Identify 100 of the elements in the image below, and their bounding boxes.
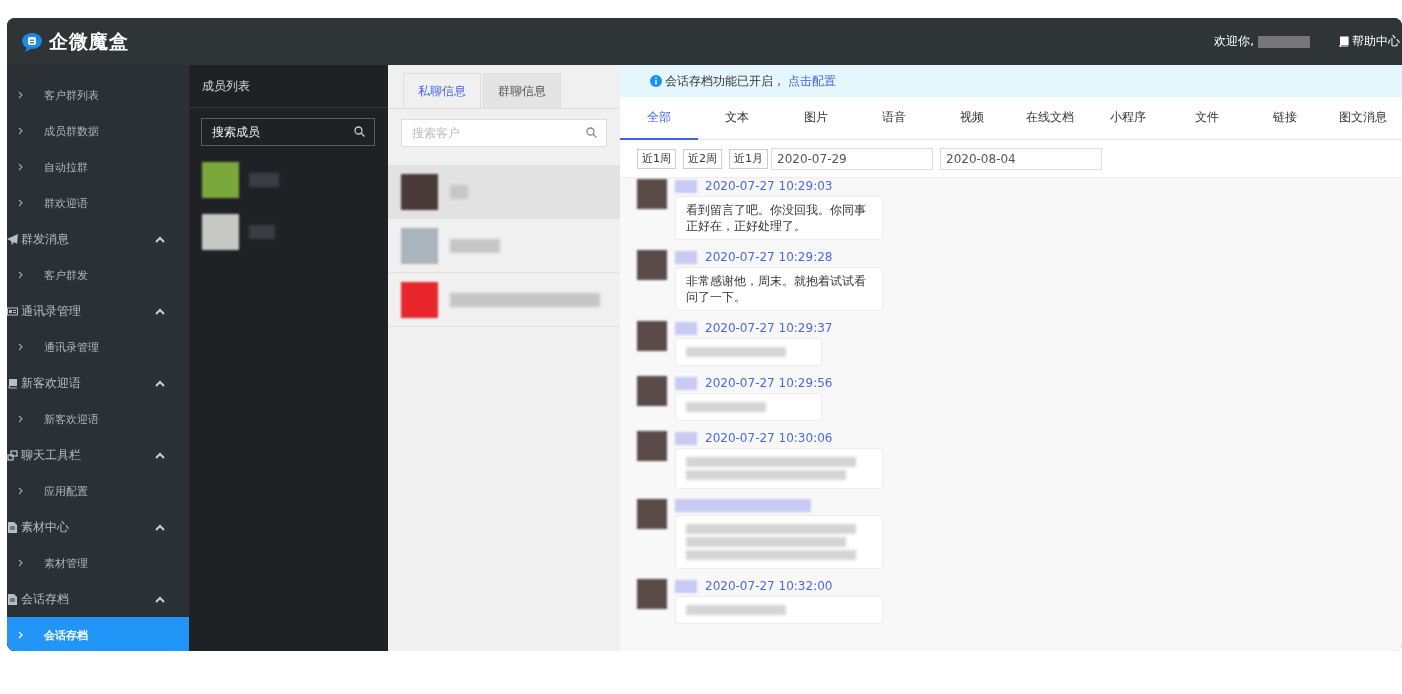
- chevron-right-icon: [17, 127, 25, 135]
- tab[interactable]: 图文消息: [1323, 97, 1402, 140]
- config-link[interactable]: 点击配置: [788, 72, 836, 90]
- logo-text: 企微魔盒: [49, 28, 129, 54]
- tab[interactable]: 私聊信息: [403, 73, 481, 108]
- redacted-name: [249, 225, 275, 239]
- redacted-name: [249, 173, 279, 187]
- avatar-placeholder: [637, 499, 667, 529]
- sidebar-group[interactable]: 聊天工具栏: [7, 437, 189, 473]
- redacted-name: [675, 579, 697, 593]
- redacted-name: [675, 179, 697, 193]
- chevron-right-icon: [17, 91, 25, 99]
- chevron-up-icon: [155, 379, 165, 387]
- message-time: 2020-07-27 10:29:56: [705, 376, 833, 390]
- redacted-name: [1258, 35, 1310, 48]
- sidebar-item[interactable]: 素材管理: [7, 545, 189, 581]
- message-time: 2020-07-27 10:30:06: [705, 431, 833, 445]
- tab[interactable]: 在线文档: [1011, 97, 1090, 140]
- avatar-placeholder: [637, 321, 667, 351]
- contact-item[interactable]: [388, 165, 620, 219]
- item-label: 新客欢迎语: [44, 411, 99, 427]
- message-time: 2020-07-27 10:32:00: [705, 579, 833, 593]
- group-label: 聊天工具栏: [21, 446, 81, 464]
- tab[interactable]: 文件: [1167, 97, 1246, 140]
- tab[interactable]: 群聊信息: [483, 73, 561, 108]
- sidebar-item[interactable]: 通讯录管理: [7, 329, 189, 365]
- chevron-up-icon: [155, 595, 165, 603]
- avatar-placeholder: [637, 376, 667, 406]
- tab[interactable]: 链接: [1245, 97, 1324, 140]
- message-time: 2020-07-27 10:29:28: [705, 250, 833, 264]
- windows-icon: [7, 449, 18, 461]
- message-bubble: 非常感谢他，周末。就抱着试试看问了一下。: [675, 267, 883, 311]
- item-label: 自动拉群: [44, 159, 88, 175]
- group-label: 会话存档: [21, 590, 69, 608]
- tab[interactable]: 文本: [698, 97, 777, 140]
- book-icon: [7, 377, 18, 389]
- sidebar-group[interactable]: 群发消息: [7, 221, 189, 257]
- redacted-name: [675, 321, 697, 335]
- chevron-up-icon: [155, 235, 165, 243]
- redacted-name: [675, 431, 697, 445]
- help-link[interactable]: 帮助中心: [1338, 33, 1400, 50]
- avatar-placeholder: [637, 250, 667, 280]
- group-label: 素材中心: [21, 518, 69, 536]
- tab[interactable]: 图片: [776, 97, 855, 140]
- sidebar-item[interactable]: 群欢迎语: [7, 185, 189, 221]
- item-label: 客户群发: [44, 267, 88, 283]
- search-field[interactable]: 搜索成员: [201, 118, 375, 146]
- sidebar-item[interactable]: 成员群数据: [7, 113, 189, 149]
- range-button[interactable]: 近1周: [637, 148, 676, 169]
- group-label: 通讯录管理: [21, 302, 81, 320]
- message-time: 2020-07-27 10:29:03: [705, 179, 833, 193]
- chevron-up-icon: [155, 523, 165, 531]
- item-label: 群欢迎语: [44, 195, 88, 211]
- chevron-right-icon: [17, 487, 25, 495]
- range-button[interactable]: 近1月: [729, 148, 768, 169]
- redacted-name: [675, 250, 697, 264]
- avatar-placeholder: [202, 214, 239, 250]
- book-icon: [1338, 36, 1349, 47]
- chevron-right-icon: [17, 343, 25, 351]
- item-label: 成员群数据: [44, 123, 99, 139]
- id-card-icon: [7, 305, 18, 317]
- sidebar-group[interactable]: 会话存档: [7, 581, 189, 617]
- redacted-name: [675, 376, 697, 390]
- tab[interactable]: 视频: [932, 97, 1011, 140]
- sidebar-item[interactable]: 客户群发: [7, 257, 189, 293]
- date-field[interactable]: 2020-07-29: [771, 147, 933, 170]
- avatar-placeholder: [637, 579, 667, 609]
- sidebar-group[interactable]: 新客欢迎语: [7, 365, 189, 401]
- search-icon: [586, 127, 597, 138]
- item-label: 会话存档: [44, 627, 88, 643]
- item-label: 素材管理: [44, 555, 88, 571]
- tab[interactable]: 小程序: [1089, 97, 1168, 140]
- avatar-placeholder: [637, 179, 667, 209]
- sidebar-item[interactable]: 新客欢迎语: [7, 401, 189, 437]
- message-bubble: 看到留言了吧。你没回我。你同事正好在，正好处理了。: [675, 196, 883, 240]
- item-label: 通讯录管理: [44, 339, 99, 355]
- chevron-right-icon: [17, 271, 25, 279]
- chevron-right-icon: [17, 415, 25, 423]
- sidebar-item[interactable]: 客户群列表: [7, 77, 189, 113]
- chevron-up-icon: [155, 451, 165, 459]
- date-field[interactable]: 2020-08-04: [940, 147, 1102, 170]
- message-time: 2020-07-27 10:29:37: [705, 321, 833, 335]
- group-label: 群发消息: [21, 230, 69, 248]
- tab[interactable]: 全部: [620, 97, 699, 140]
- avatar-placeholder: [202, 162, 239, 198]
- tab[interactable]: 语音: [854, 97, 933, 140]
- group-label: 新客欢迎语: [21, 374, 81, 392]
- range-button[interactable]: 近2周: [683, 148, 722, 169]
- item-label: 客户群列表: [44, 87, 99, 103]
- chevron-right-icon: [17, 163, 25, 171]
- sidebar-group[interactable]: 素材中心: [7, 509, 189, 545]
- chevron-right-icon: [17, 631, 25, 639]
- item-label: 应用配置: [44, 483, 88, 499]
- avatar-placeholder: [637, 431, 667, 461]
- search-icon: [354, 126, 365, 137]
- chevron-right-icon: [17, 199, 25, 207]
- sidebar-group[interactable]: 通讯录管理: [7, 293, 189, 329]
- sidebar-item[interactable]: 自动拉群: [7, 149, 189, 185]
- welcome-text: 欢迎你,: [1214, 33, 1254, 50]
- sidebar-item[interactable]: 应用配置: [7, 473, 189, 509]
